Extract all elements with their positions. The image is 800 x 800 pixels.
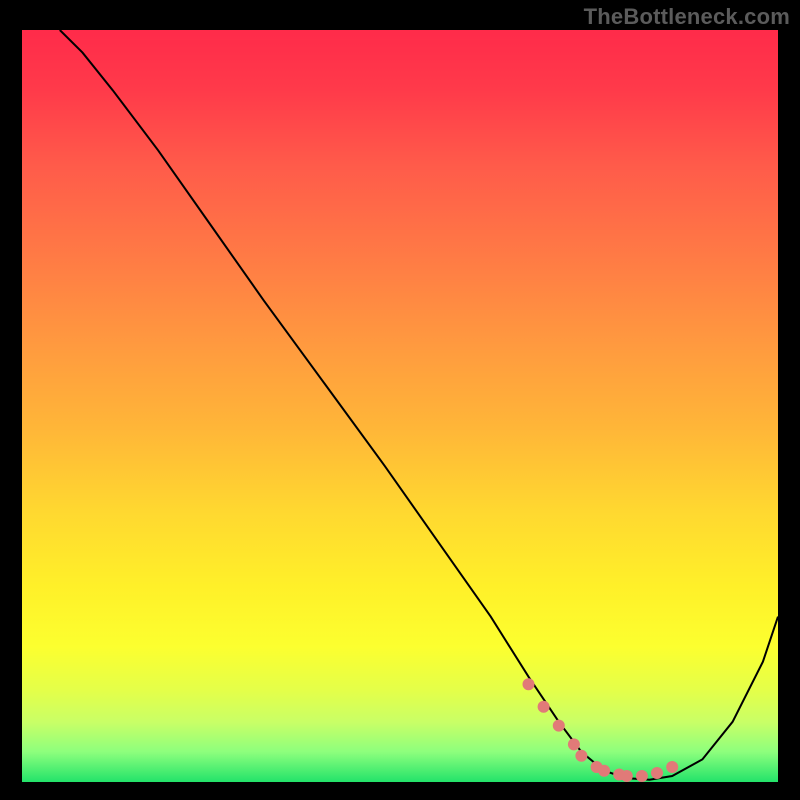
valley-marker [538, 701, 550, 713]
valley-marker [568, 738, 580, 750]
valley-marker [621, 770, 633, 782]
valley-marker [651, 767, 663, 779]
valley-marker [575, 750, 587, 762]
bottleneck-curve-path [60, 30, 778, 780]
plot-area [22, 30, 778, 782]
valley-marker [598, 765, 610, 777]
valley-marker [636, 770, 648, 782]
valley-marker [553, 720, 565, 732]
chart-svg [22, 30, 778, 782]
watermark-text: TheBottleneck.com [584, 4, 790, 30]
chart-frame: TheBottleneck.com [0, 0, 800, 800]
valley-markers-group [523, 678, 679, 782]
valley-marker [523, 678, 535, 690]
valley-marker [666, 761, 678, 773]
